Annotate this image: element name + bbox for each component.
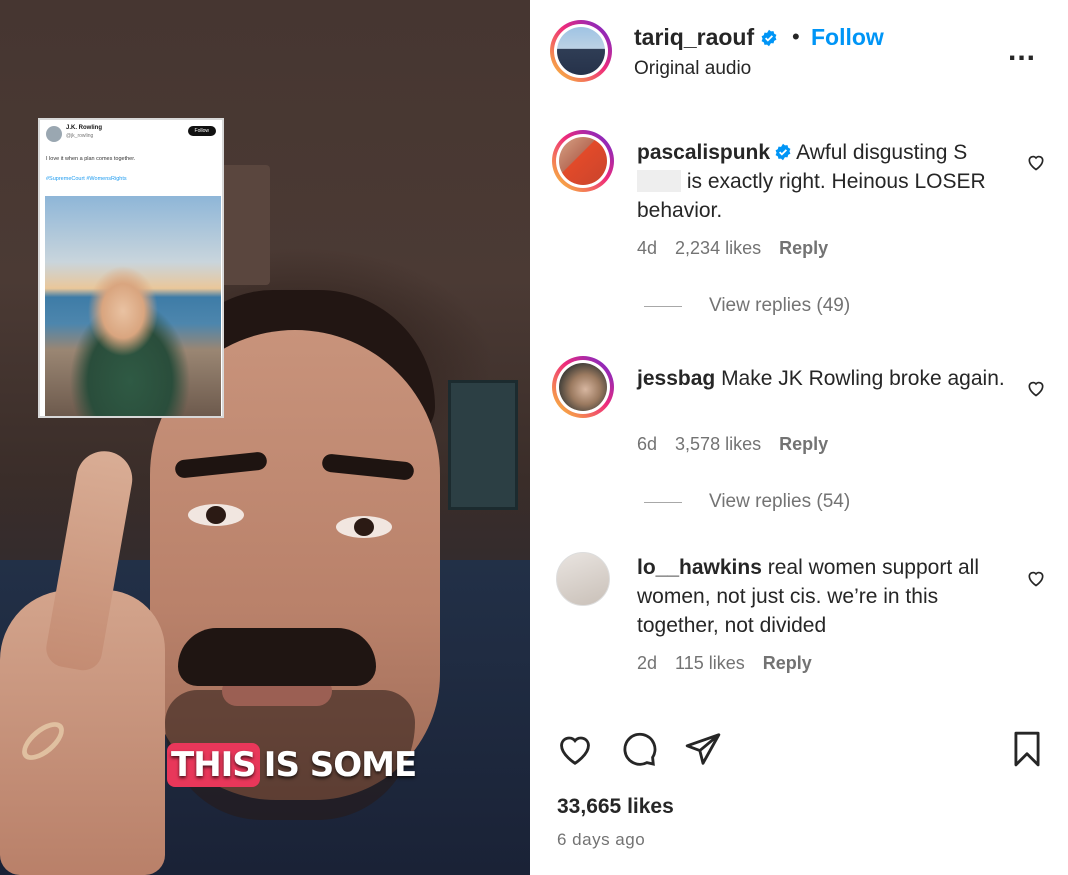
caption-highlight-word: THIS [167,743,260,787]
comment-text: pascalispunk Awful disgusting S is exactl… [637,138,1007,225]
tweet-author-name: J.K. Rowling [66,125,102,131]
person-eye-left [188,504,244,526]
heart-icon[interactable] [556,730,594,768]
embedded-tweet: J.K. Rowling @jk_rowling Follow I love i… [38,118,224,418]
tweet-hashtags: #SupremeCourt #WomensRights [46,176,127,182]
comment-text: lo__hawkins real women support all women… [637,553,1007,640]
comment-body: Make JK Rowling broke again. [721,367,1005,390]
send-icon[interactable] [684,730,722,768]
background-frame [448,380,518,510]
commenter-avatar[interactable] [552,130,614,192]
person-eye-right [336,516,392,538]
comment-likes[interactable]: 2,234 likes [675,238,761,259]
comment-age: 6d [637,434,658,454]
person-mustache [178,628,376,686]
follow-button[interactable]: Follow [811,24,884,51]
tweet-avatar [46,126,62,142]
bookmark-icon[interactable] [1008,730,1046,768]
action-bar [556,730,1046,770]
view-replies-label[interactable]: View replies (49) [709,295,850,317]
comment-likes[interactable]: 115 likes [675,653,745,674]
replies-divider-line [644,501,682,503]
author-username-row[interactable]: tariq_raouf [634,24,778,51]
tweet-text: I love it when a plan comes together. [46,156,136,162]
original-audio-link[interactable]: Original audio [634,58,751,80]
comment-meta: 4d 2,234 likes Reply [637,238,828,259]
verified-badge-icon [761,29,777,46]
author-avatar[interactable] [550,20,612,82]
comment-heart-icon[interactable] [1026,568,1046,588]
commenter-username[interactable]: jessbag [637,367,715,390]
comment-age: 4d [637,238,658,258]
verified-badge-icon [775,143,791,161]
comment-body-part1: Awful disgusting S [796,141,968,164]
comment-text: jessbag Make JK Rowling broke again. [637,364,1007,393]
redacted-text [637,170,681,192]
comment-heart-icon[interactable] [1026,378,1046,398]
commenter-avatar[interactable] [552,356,614,418]
post-timestamp: 6 days ago [557,830,646,849]
comment-likes[interactable]: 3,578 likes [675,434,761,455]
reply-button[interactable]: Reply [779,238,828,259]
reply-button[interactable]: Reply [763,653,812,674]
caption-text: IS SOME [263,745,417,785]
video-caption: THIS IS SOME [167,738,417,792]
post-like-count[interactable]: 33,665 likes [557,795,674,819]
tweet-author-handle: @jk_rowling [66,133,94,139]
commenter-avatar[interactable] [556,552,610,606]
more-options-icon[interactable]: ... [1008,34,1036,68]
comment-heart-icon[interactable] [1026,152,1046,172]
view-replies-button[interactable]: View replies (54) [644,491,850,513]
view-replies-label[interactable]: View replies (54) [709,491,850,513]
comment-body-part2: is exactly right. Heinous LOSER behavior… [637,170,986,222]
view-replies-button[interactable]: View replies (49) [644,295,850,317]
header-separator: • [792,24,800,49]
comment-meta: 2d 115 likes Reply [637,653,812,674]
commenter-username[interactable]: pascalispunk [637,141,770,164]
comment-icon[interactable] [620,730,658,768]
comment-meta: 6d 3,578 likes Reply [637,434,828,455]
comment-age: 2d [637,653,658,673]
reel-video[interactable]: J.K. Rowling @jk_rowling Follow I love i… [0,0,530,875]
replies-divider-line [644,305,682,307]
tweet-follow-button: Follow [187,126,216,136]
commenter-username[interactable]: lo__hawkins [637,556,762,579]
post-panel: tariq_raouf • Follow Original audio ... … [530,0,1068,875]
tweet-photo [45,196,221,416]
reply-button[interactable]: Reply [779,434,828,455]
author-username[interactable]: tariq_raouf [634,24,754,51]
